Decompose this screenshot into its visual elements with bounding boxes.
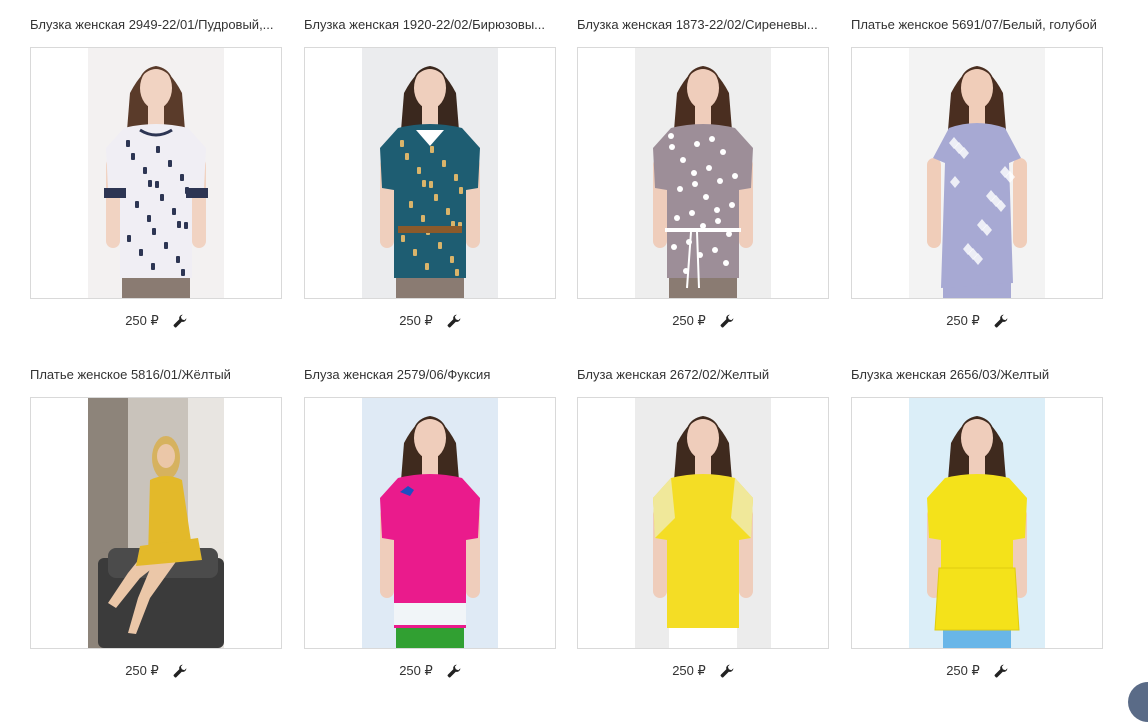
product-photo: [362, 398, 498, 648]
product-photo: [88, 48, 224, 298]
price-row: 250 ₽: [30, 661, 282, 679]
product-image-link[interactable]: [304, 397, 556, 649]
wrench-icon[interactable]: [994, 314, 1008, 328]
wrench-icon[interactable]: [447, 314, 461, 328]
product-photo: [635, 398, 771, 648]
wrench-icon[interactable]: [720, 664, 734, 678]
wrench-icon[interactable]: [447, 664, 461, 678]
price-row: 250 ₽: [577, 661, 829, 679]
wrench-icon[interactable]: [994, 664, 1008, 678]
wrench-icon[interactable]: [173, 664, 187, 678]
wrench-icon[interactable]: [720, 314, 734, 328]
product-photo: [909, 398, 1045, 648]
scroll-to-top-button[interactable]: [1128, 682, 1148, 722]
product-price: 250 ₽: [672, 312, 706, 328]
product-image-link[interactable]: [30, 47, 282, 299]
product-title-link[interactable]: Блузка женская 1873-22/02/Сиреневы...: [577, 16, 829, 34]
product-title-link[interactable]: Блузка женская 2949-22/01/Пудровый,...: [30, 16, 282, 34]
price-row: 250 ₽: [304, 311, 556, 329]
product-title-link[interactable]: Блузка женская 2656/03/Желтый: [851, 366, 1103, 384]
product-image-link[interactable]: [304, 47, 556, 299]
product-price: 250 ₽: [672, 662, 706, 678]
product-title-link[interactable]: Платье женское 5816/01/Жёлтый: [30, 366, 282, 384]
product-title-link[interactable]: Блузка женская 1920-22/02/Бирюзовы...: [304, 16, 556, 34]
product-photo: [88, 398, 224, 648]
product-title-link[interactable]: Блуза женская 2579/06/Фуксия: [304, 366, 556, 384]
product-title-link[interactable]: Платье женское 5691/07/Белый, голубой: [851, 16, 1103, 34]
price-row: 250 ₽: [851, 661, 1103, 679]
product-price: 250 ₽: [125, 312, 159, 328]
product-photo: [635, 48, 771, 298]
price-row: 250 ₽: [851, 311, 1103, 329]
product-price: 250 ₽: [946, 312, 980, 328]
product-image-link[interactable]: [851, 397, 1103, 649]
product-title-link[interactable]: Блуза женская 2672/02/Желтый: [577, 366, 829, 384]
product-photo: [362, 48, 498, 298]
price-row: 250 ₽: [304, 661, 556, 679]
product-image-link[interactable]: [30, 397, 282, 649]
product-image-link[interactable]: [577, 47, 829, 299]
price-row: 250 ₽: [30, 311, 282, 329]
product-photo: [909, 48, 1045, 298]
wrench-icon[interactable]: [173, 314, 187, 328]
product-image-link[interactable]: [851, 47, 1103, 299]
price-row: 250 ₽: [577, 311, 829, 329]
product-price: 250 ₽: [125, 662, 159, 678]
product-price: 250 ₽: [399, 662, 433, 678]
product-image-link[interactable]: [577, 397, 829, 649]
product-price: 250 ₽: [399, 312, 433, 328]
product-price: 250 ₽: [946, 662, 980, 678]
